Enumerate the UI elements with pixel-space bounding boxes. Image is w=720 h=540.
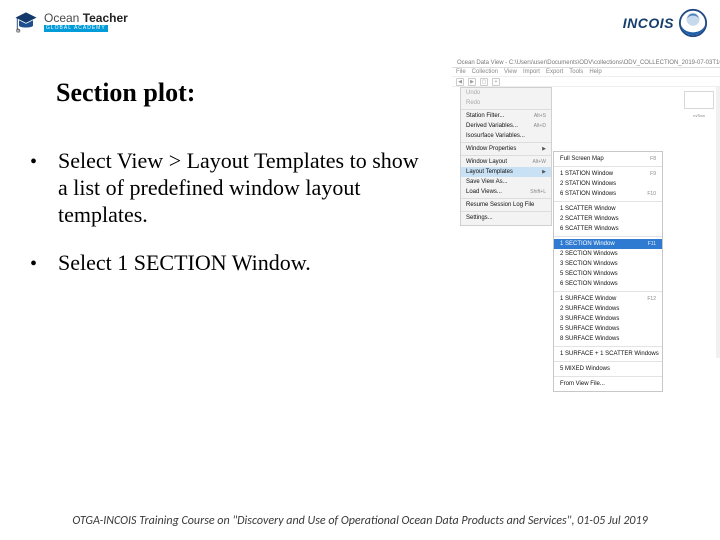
- submenu-item[interactable]: 5 MIXED Windows: [554, 364, 662, 374]
- svg-text:@: @: [16, 30, 20, 34]
- submenu-item[interactable]: 5 SURFACE Windows: [554, 324, 662, 334]
- tool-back-icon[interactable]: ◀: [456, 78, 464, 86]
- submenu-item[interactable]: 1 STATION WindowF9: [554, 169, 662, 179]
- header: @ Ocean Teacher GLOBAL ACADEMY INCOIS: [0, 8, 720, 43]
- submenu-item[interactable]: 5 SECTION Windows: [554, 269, 662, 279]
- menubar: File Collection View Import Export Tools Help: [452, 68, 720, 77]
- menu-item-window-props[interactable]: Window Properties▶: [461, 144, 551, 154]
- submenu-item[interactable]: 1 SECTION WindowF11: [554, 239, 662, 249]
- menubar-item-import[interactable]: Import: [523, 69, 540, 75]
- oceanteacher-logo: @ Ocean Teacher GLOBAL ACADEMY: [12, 8, 128, 36]
- odv-screenshot: Ocean Data View - C:\Users\user\Document…: [452, 58, 720, 358]
- menu-item-station-filter[interactable]: Station Filter...Alt+S: [461, 111, 551, 121]
- submenu-item[interactable]: 2 SCATTER Windows: [554, 214, 662, 224]
- submenu-item[interactable]: 2 SECTION Windows: [554, 249, 662, 259]
- window-titlebar: Ocean Data View - C:\Users\user\Document…: [452, 58, 720, 68]
- menu-item-iso-vars[interactable]: Isosurface Variables...: [461, 131, 551, 141]
- instruction-text: Select View > Layout Templates to show a…: [58, 148, 430, 228]
- menu-item-derived-vars[interactable]: Derived Variables...Alt+D: [461, 121, 551, 131]
- menubar-item-view[interactable]: View: [504, 69, 517, 75]
- bullet-icon: •: [30, 250, 58, 278]
- menubar-item-export[interactable]: Export: [546, 69, 563, 75]
- menubar-item-collection[interactable]: Collection: [472, 69, 498, 75]
- menubar-item-tools[interactable]: Tools: [569, 69, 583, 75]
- layout-templates-submenu: Full Screen MapF8 1 STATION WindowF92 STA…: [553, 151, 663, 392]
- submenu-item[interactable]: 2 SURFACE Windows: [554, 304, 662, 314]
- menubar-item-file[interactable]: File: [456, 69, 466, 75]
- submenu-item[interactable]: 6 SCATTER Windows: [554, 224, 662, 234]
- submenu-item[interactable]: 1 SURFACE WindowF12: [554, 294, 662, 304]
- page-title: Section plot:: [56, 78, 430, 108]
- sidebar: m/Sea: [682, 87, 720, 358]
- window-title-text: Ocean Data View - C:\Users\user\Document…: [457, 60, 720, 66]
- incois-logo: INCOIS: [623, 8, 708, 38]
- sidebar-panel: [684, 91, 714, 109]
- submenu-item[interactable]: 6 SECTION Windows: [554, 279, 662, 289]
- instruction-text: Select 1 SECTION Window.: [58, 250, 311, 278]
- tool-plus-icon[interactable]: +: [492, 78, 500, 86]
- menubar-item-help[interactable]: Help: [589, 69, 601, 75]
- menu-item-save-view-as[interactable]: Save View As...: [461, 177, 551, 187]
- menu-item-window-layout[interactable]: Window LayoutAlt+W: [461, 157, 551, 167]
- instruction-item: • Select View > Layout Templates to show…: [30, 148, 430, 228]
- tool-box-icon[interactable]: ▢: [480, 78, 488, 86]
- content: Section plot: • Select View > Layout Tem…: [30, 78, 430, 300]
- toolbar: ◀ ▶ ▢ +: [452, 77, 720, 87]
- instruction-item: • Select 1 SECTION Window.: [30, 250, 430, 278]
- grad-cap-icon: @: [12, 8, 40, 36]
- incois-name: INCOIS: [623, 15, 674, 31]
- sidebar-label: m/Sea: [684, 113, 714, 118]
- tool-forward-icon[interactable]: ▶: [468, 78, 476, 86]
- menu-item-undo[interactable]: Undo: [461, 88, 551, 98]
- submenu-item[interactable]: 6 STATION WindowsF10: [554, 189, 662, 199]
- menu-item-resume-log[interactable]: Resume Session Log File: [461, 200, 551, 210]
- menu-item-settings[interactable]: Settings...: [461, 213, 551, 223]
- menu-item-load-views[interactable]: Load Views...Shift+L: [461, 187, 551, 197]
- submenu-item[interactable]: 1 SURFACE + 1 SCATTER Windows: [554, 349, 662, 359]
- view-menu-dropdown: Undo Redo Station Filter...Alt+S Derived…: [460, 87, 552, 226]
- scrollbar[interactable]: [716, 87, 720, 358]
- submenu-item[interactable]: 2 STATION Windows: [554, 179, 662, 189]
- submenu-item[interactable]: 3 SECTION Windows: [554, 259, 662, 269]
- bullet-icon: •: [30, 148, 58, 228]
- menu-item-layout-templates[interactable]: Layout Templates▶: [461, 167, 551, 177]
- submenu-item[interactable]: 1 SCATTER Window: [554, 204, 662, 214]
- submenu-item[interactable]: Full Screen MapF8: [554, 154, 662, 164]
- menu-item-redo[interactable]: Redo: [461, 98, 551, 108]
- submenu-item[interactable]: 8 SURFACE Windows: [554, 334, 662, 344]
- oceanteacher-subtitle: GLOBAL ACADEMY: [44, 25, 108, 32]
- submenu-item[interactable]: 3 SURFACE Windows: [554, 314, 662, 324]
- oceanteacher-title: Ocean Teacher: [44, 12, 128, 24]
- footer-text: OTGA-INCOIS Training Course on "Discover…: [0, 514, 720, 528]
- submenu-item[interactable]: From View File...: [554, 379, 662, 389]
- incois-emblem-icon: [678, 8, 708, 38]
